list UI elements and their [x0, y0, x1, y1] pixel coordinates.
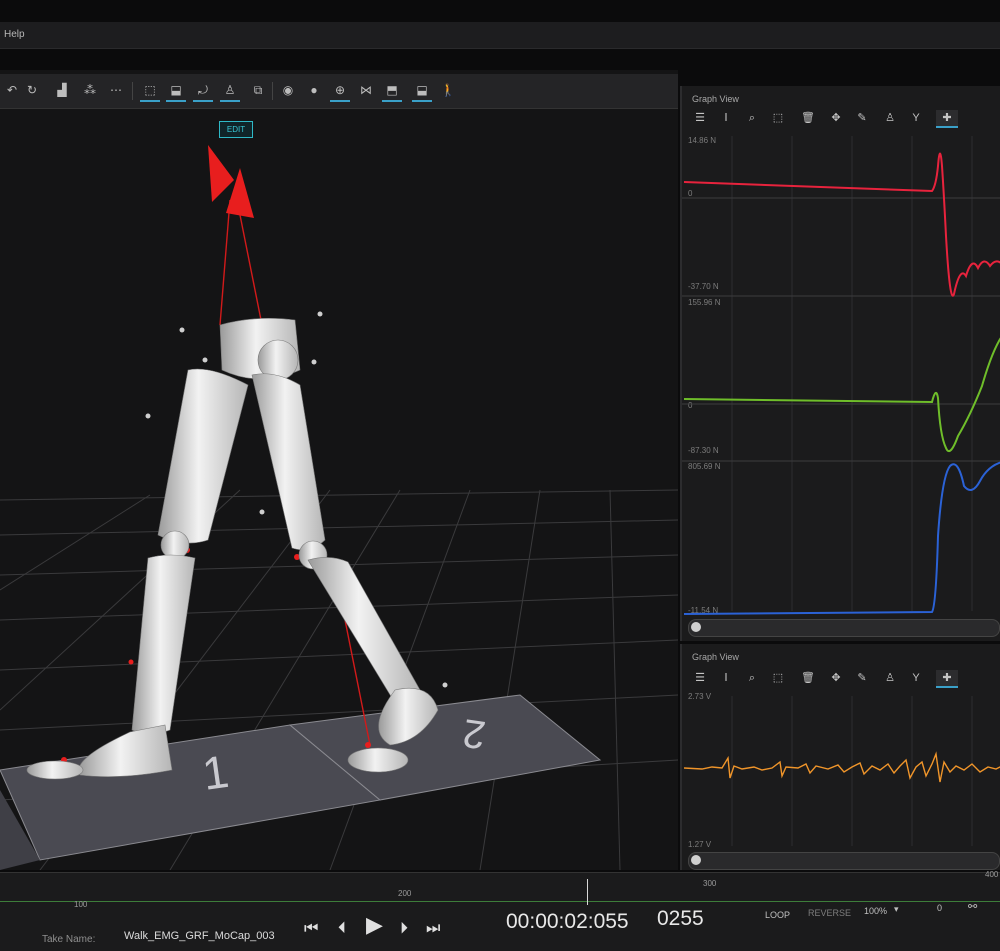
text-cursor-icon[interactable]: Ⅰ [718, 110, 734, 126]
series-line-orange [683, 751, 1000, 783]
timeline-tick-200: 200 [398, 889, 412, 898]
move-icon[interactable]: ✥ [828, 110, 844, 126]
force-arrow-left [208, 145, 234, 202]
rotate-icon[interactable]: ⤾ [193, 80, 213, 102]
filter-icon[interactable]: ⋯ [106, 80, 126, 100]
eye-icon[interactable]: ◉ [278, 80, 298, 100]
take-name-value[interactable]: Walk_EMG_GRF_MoCap_003 [124, 930, 275, 942]
timeline-tick-300: 300 [703, 879, 717, 888]
scrollbar-handle[interactable] [691, 622, 701, 632]
step-forward-button[interactable]: ⏵ [400, 918, 408, 940]
translate-icon[interactable]: ⬓ [166, 80, 186, 102]
zoom-icon[interactable]: ⌕ [744, 670, 760, 686]
force-plate-icon[interactable]: ⬒ [382, 80, 402, 102]
graph-scrollbar-top[interactable] [688, 619, 1000, 637]
device-icon[interactable]: ⬓ [412, 80, 432, 102]
force-plates [0, 694, 602, 870]
timeline-track[interactable] [0, 901, 1000, 902]
playback-speed[interactable]: 100% [864, 906, 887, 916]
settings-icon[interactable]: ☰ [692, 670, 708, 686]
skeleton [26, 318, 439, 780]
reverse-toggle[interactable]: REVERSE [808, 908, 851, 918]
bone-icon[interactable]: ⧉ [248, 80, 268, 100]
settings-icon[interactable]: ☰ [692, 110, 708, 126]
select-range-icon[interactable]: ⬚ [770, 670, 786, 686]
move-icon[interactable]: ✥ [828, 670, 844, 686]
rigid-body-icon[interactable]: ⊕ [330, 80, 350, 102]
add-icon[interactable]: ✚ [936, 670, 958, 688]
frame-number-display[interactable]: 0255 [657, 907, 704, 931]
select-icon[interactable]: ⬚ [140, 80, 160, 102]
fork-icon[interactable]: Y [908, 110, 924, 126]
walk-icon[interactable]: 🚶 [438, 80, 458, 100]
menu-help[interactable]: Help [4, 29, 25, 40]
marker-icon[interactable]: ⁂ [80, 80, 100, 100]
speed-dropdown-icon[interactable]: ▾ [894, 904, 899, 915]
trash-icon[interactable]: 🗑 [800, 670, 816, 686]
frame-offset-field[interactable]: 0 [937, 903, 942, 913]
graph-view-title: Graph View [692, 94, 739, 104]
graph-scrollbar-bottom[interactable] [688, 852, 1000, 870]
segment-icon[interactable]: ⋈ [356, 80, 376, 100]
zoom-icon[interactable]: ⌕ [744, 110, 760, 126]
marker-set-icon[interactable]: ● [304, 80, 324, 100]
graph-plot-top[interactable] [682, 136, 1000, 636]
add-icon[interactable]: ✚ [936, 110, 958, 128]
series-line-blue [683, 461, 1000, 615]
person-icon[interactable]: ♙ [882, 670, 898, 686]
timeline-tick-100: 100 [74, 900, 88, 909]
undo-icon[interactable]: ↶ [2, 80, 22, 100]
edit-mode-badge[interactable]: EDIT [219, 121, 253, 138]
viewport-scene: 1 2 [0, 145, 678, 870]
skeleton-icon[interactable]: ♙ [220, 80, 240, 102]
loop-toggle[interactable]: LOOP [765, 910, 790, 920]
skip-to-start-button[interactable]: ⏮ [304, 918, 318, 940]
select-range-icon[interactable]: ⬚ [770, 110, 786, 126]
graph-view-bottom: Graph View ☰ Ⅰ ⌕ ⬚ 🗑 ✥ ✎ ♙ Y ✚ 2.73 V 1.… [680, 644, 1000, 870]
skip-to-end-button[interactable]: ⏭ [426, 918, 440, 940]
play-button[interactable]: ▶ [366, 914, 383, 936]
fork-icon[interactable]: Y [908, 670, 924, 686]
take-name-label: Take Name: [42, 934, 96, 945]
viewport-3d[interactable]: 1 2 [0, 70, 678, 870]
viewport-toolbar: ↶ ↻ ▟ ⁂ ⋯ ⬚ ⬓ ⤾ ♙ ⧉ ◉ ● ⊕ ⋈ ⬒ ⬓ 🚶 [0, 74, 678, 109]
graph-toolbar: ☰ Ⅰ ⌕ ⬚ 🗑 ✥ ✎ ♙ Y ✚ [682, 668, 1000, 690]
pen-icon[interactable]: ✎ [854, 670, 870, 686]
binoculars-icon[interactable]: ⚯ [968, 900, 977, 913]
text-cursor-icon[interactable]: Ⅰ [718, 670, 734, 686]
person-icon[interactable]: ♙ [882, 110, 898, 126]
redo-icon[interactable]: ↻ [22, 80, 42, 100]
playhead[interactable] [587, 879, 588, 905]
step-back-button[interactable]: ⏴ [338, 918, 346, 940]
trash-icon[interactable]: 🗑 [800, 110, 816, 126]
scrollbar-handle[interactable] [691, 855, 701, 865]
series-line-green [683, 337, 1000, 452]
graph-plot-bottom[interactable] [682, 696, 1000, 846]
menu-bar: Help [0, 22, 1000, 49]
graph-view-top: Graph View ☰ Ⅰ ⌕ ⬚ 🗑 ✥ ✎ ♙ Y ✚ 14.86 N 0… [680, 86, 1000, 641]
timeline-tick-400: 400 [985, 870, 999, 879]
pen-icon[interactable]: ✎ [854, 110, 870, 126]
layout-icon[interactable]: ▟ [52, 80, 72, 100]
timecode-display: 00:00:02:055 [506, 910, 629, 933]
graph-view-title: Graph View [692, 652, 739, 662]
graph-toolbar: ☰ Ⅰ ⌕ ⬚ 🗑 ✥ ✎ ♙ Y ✚ [682, 108, 1000, 130]
series-line-red [683, 152, 1000, 297]
